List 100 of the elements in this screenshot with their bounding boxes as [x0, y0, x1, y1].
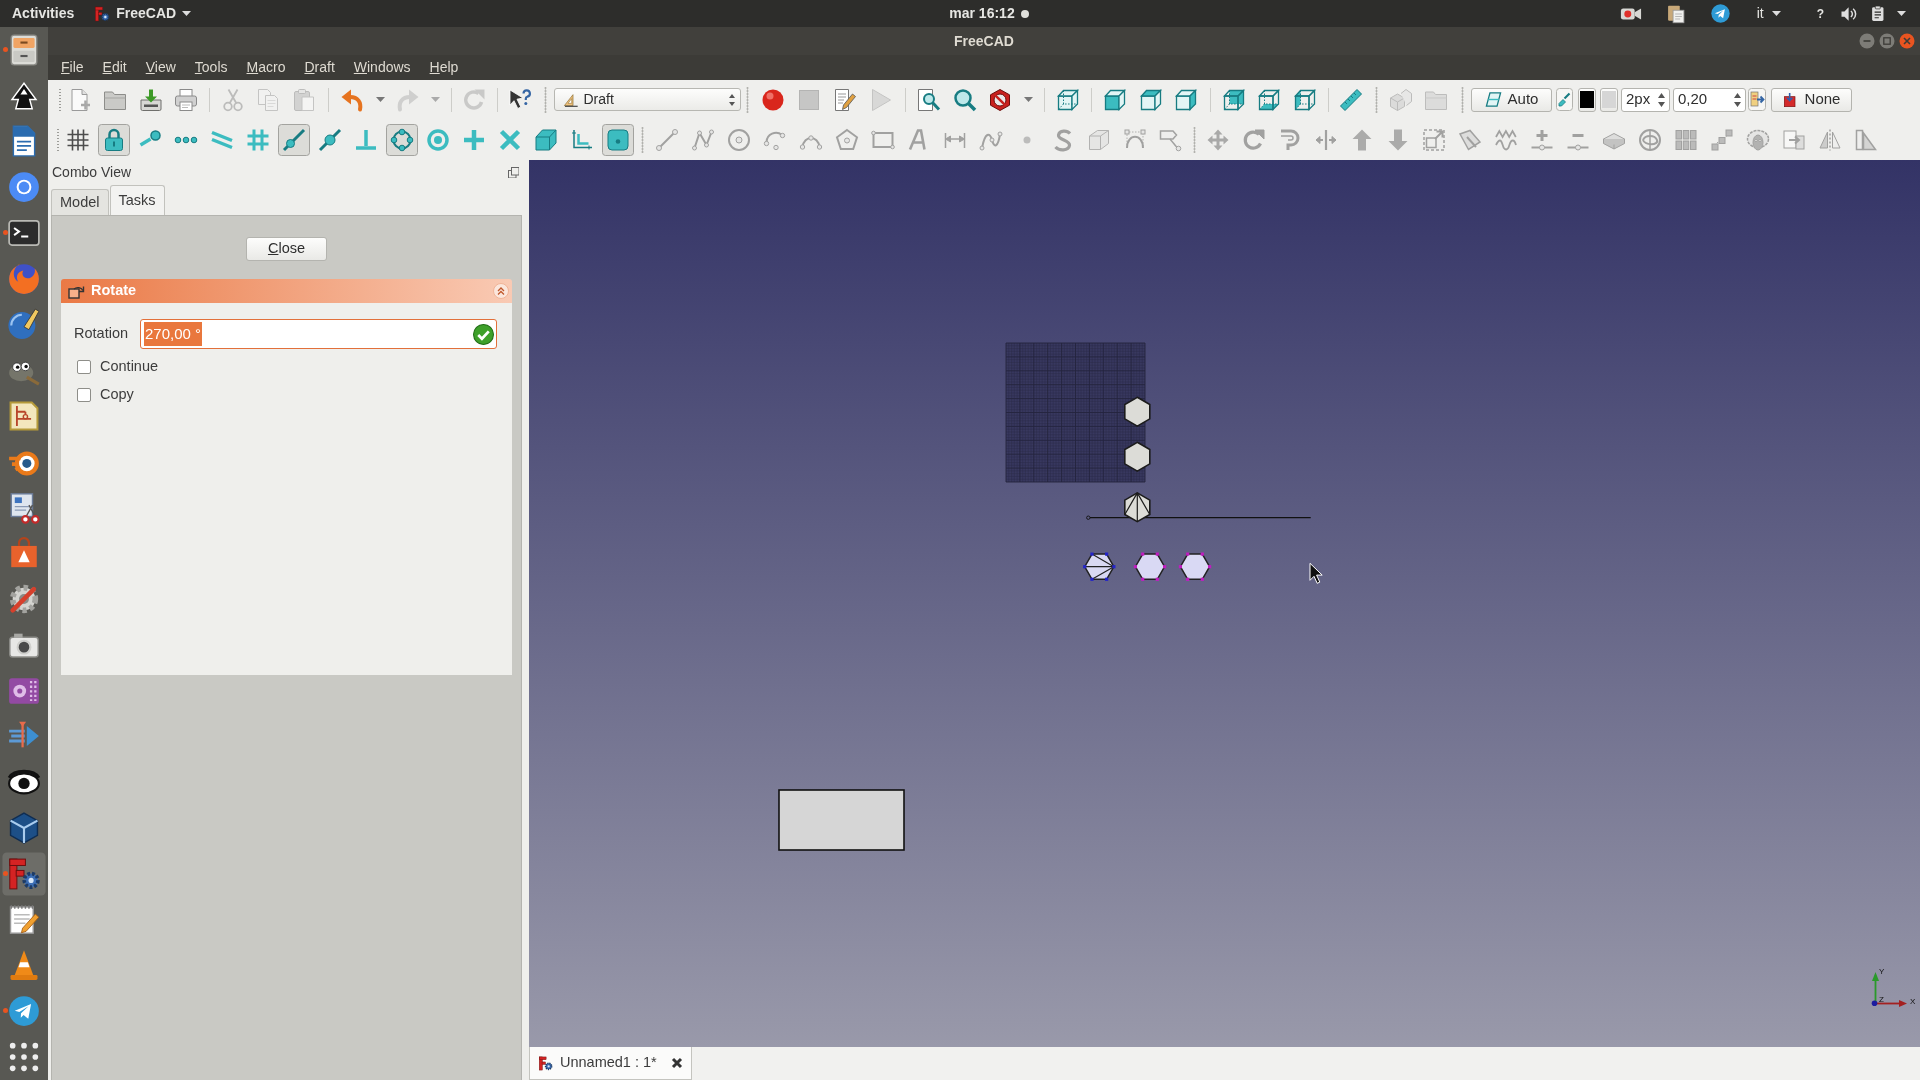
clipboard-icon[interactable] — [1665, 3, 1686, 24]
record-icon[interactable] — [760, 87, 785, 112]
close-icon[interactable] — [671, 1057, 683, 1069]
updown-arrows-icon — [727, 92, 736, 107]
line-point-icon[interactable] — [278, 123, 310, 156]
panel-title: Combo View — [52, 163, 132, 182]
cube-icon[interactable] — [7, 810, 41, 845]
x-axis-arrow — [1875, 1000, 1907, 1007]
menu-item[interactable]: File — [51, 57, 94, 78]
ruler-icon[interactable] — [1339, 87, 1364, 112]
logo-gear-icon[interactable] — [2, 851, 46, 896]
wire-cube-icon[interactable] — [1292, 87, 1317, 112]
field-label: Rotation — [74, 324, 129, 344]
tab[interactable]: Tasks — [109, 185, 165, 215]
activities-button[interactable]: Activities — [12, 3, 75, 24]
magnifier-icon[interactable] — [952, 87, 977, 112]
mouse-pointer-icon — [1309, 562, 1323, 584]
grid-icon[interactable] — [66, 127, 90, 152]
caret-icon[interactable] — [1897, 11, 1906, 16]
hexagon — [1124, 396, 1151, 428]
document-pencil-icon[interactable] — [832, 87, 857, 112]
text-height-field[interactable]: 0,20 — [1673, 87, 1746, 112]
circle-logo-icon[interactable] — [7, 170, 41, 205]
checkbox-label[interactable]: Continue — [100, 356, 159, 378]
caret-icon — [182, 11, 192, 16]
dimension-icon[interactable] — [570, 127, 594, 152]
spin-arrows-icon — [1657, 91, 1666, 108]
logo-gear-icon — [94, 5, 111, 22]
line-node-icon[interactable] — [318, 127, 342, 152]
hexagon — [1178, 552, 1212, 581]
cube-icon[interactable] — [1103, 87, 1128, 112]
paper-plane-icon[interactable] — [7, 993, 41, 1028]
checkbox[interactable] — [77, 360, 91, 374]
y-axis-arrow — [1872, 972, 1879, 1003]
save-icon[interactable] — [138, 87, 163, 112]
menu-item[interactable]: Draft — [294, 57, 345, 78]
snap-square-icon[interactable] — [602, 123, 634, 156]
hash-grid-icon[interactable] — [246, 127, 270, 152]
hexagon — [1133, 552, 1167, 581]
wire-cube-icon[interactable] — [1257, 87, 1282, 112]
checkbox[interactable] — [77, 388, 91, 402]
maximize-icon[interactable] — [1879, 33, 1895, 49]
wire-cube-icon[interactable] — [1221, 87, 1246, 112]
axis-label: Z — [1879, 995, 1884, 1004]
menu-item[interactable]: Edit — [93, 57, 137, 78]
cube-icon[interactable] — [1174, 87, 1199, 112]
document-tab[interactable]: Unnamed1 : 1* — [529, 1047, 692, 1080]
notepad-pencil-icon[interactable] — [7, 902, 41, 937]
help-indicator[interactable]: ? — [1816, 4, 1824, 23]
ring-icon[interactable] — [426, 127, 450, 152]
fox-globe-icon[interactable] — [7, 261, 41, 296]
menu-item[interactable]: Windows — [344, 57, 421, 78]
undo-icon[interactable] — [340, 87, 365, 112]
printer-icon[interactable] — [174, 87, 199, 112]
app-menu[interactable]: FreeCAD — [94, 3, 192, 24]
circle-nodes-icon[interactable] — [386, 123, 418, 156]
plus-icon[interactable] — [462, 127, 486, 152]
group-button[interactable]: None — [1771, 87, 1852, 112]
axis-label: Y — [1879, 967, 1885, 976]
checkbox-label[interactable]: Copy — [100, 384, 134, 406]
triangulated-hexagon — [1124, 491, 1151, 523]
drafting-triangle-icon — [562, 91, 579, 108]
tab[interactable]: Model — [51, 189, 109, 215]
padlock-icon[interactable] — [98, 123, 130, 156]
hexagon — [1124, 441, 1151, 473]
line-width-field[interactable]: 2px — [1621, 87, 1670, 112]
working-plane-button[interactable]: Auto — [1471, 87, 1552, 112]
color-button[interactable] — [1578, 87, 1596, 112]
task-title: Rotate — [91, 281, 138, 301]
paper-plane-icon[interactable] — [1709, 3, 1731, 24]
color-button[interactable] — [1600, 87, 1618, 112]
cube-icon[interactable] — [1138, 87, 1163, 112]
box-icon[interactable] — [534, 127, 558, 152]
collapse-chevrons-icon[interactable] — [493, 283, 509, 299]
plane-icon — [1484, 91, 1502, 108]
caret-icon — [1771, 11, 1781, 16]
clock[interactable]: mar 16:12 — [949, 3, 1015, 24]
close-button[interactable]: Close — [246, 237, 327, 261]
origin-dot-icon — [1871, 1000, 1878, 1007]
prohibited-icon[interactable] — [988, 87, 1013, 112]
float-window-icon[interactable] — [507, 166, 519, 179]
brush-icon[interactable] — [1556, 88, 1573, 111]
menu-item[interactable]: View — [136, 57, 186, 78]
workbench-dropdown[interactable]: Draft — [553, 88, 741, 111]
triangulated-hexagon — [1083, 552, 1116, 581]
cross-icon[interactable] — [498, 127, 522, 152]
keyboard-layout-menu[interactable]: it — [1756, 3, 1781, 24]
wire-cube-icon[interactable] — [1055, 87, 1080, 112]
menu-item[interactable]: Help — [420, 57, 468, 78]
spin-arrows-icon — [1733, 91, 1742, 108]
cursor-question-icon[interactable] — [507, 87, 532, 112]
speaker-icon[interactable] — [1840, 4, 1858, 23]
page-magnifier-icon[interactable] — [917, 87, 942, 112]
minimize-icon[interactable] — [1859, 33, 1875, 49]
menu-item[interactable]: Tools — [185, 57, 237, 78]
menu-item[interactable]: Macro — [237, 57, 295, 78]
schematic-icon[interactable] — [7, 399, 41, 433]
pen-globe-icon[interactable] — [7, 307, 41, 342]
perpendicular-icon[interactable] — [354, 127, 378, 152]
logo-gear-icon — [538, 1055, 553, 1071]
